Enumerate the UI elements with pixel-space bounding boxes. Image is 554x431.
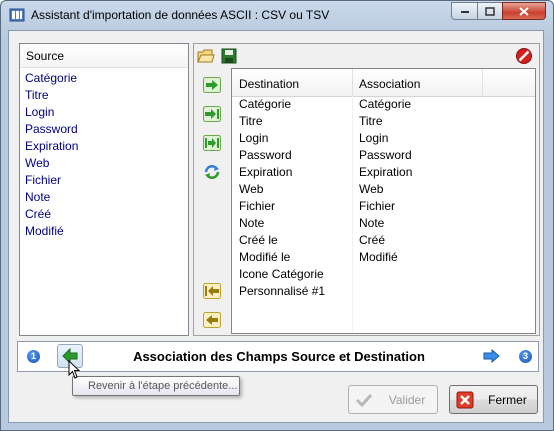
app-icon [9,8,25,22]
source-item-expiration[interactable]: Expiration [25,138,78,155]
cell-destination: Créé le [239,233,278,247]
cell-destination: Password [239,148,292,162]
next-button[interactable] [482,347,502,365]
wizard-nav-bar: 1 Association des Champs Source et Desti… [17,341,539,372]
source-list-panel[interactable]: Source Catégorie Titre Login Password Ex… [19,43,189,336]
column-header-association[interactable]: Association [359,77,420,91]
close-window-button[interactable] [502,2,546,20]
source-item-modifie[interactable]: Modifié [25,223,78,240]
validate-button[interactable]: Valider [348,385,438,414]
close-icon [519,6,529,16]
no-entry-icon[interactable] [515,47,533,65]
table-row[interactable]: Créé le Créé [232,232,535,249]
cell-association: Password [359,148,412,162]
minimize-icon [460,11,469,13]
maximize-button[interactable] [477,2,503,20]
open-folder-icon[interactable] [197,47,215,65]
column-header-destination[interactable]: Destination [239,77,299,91]
close-button-label: Fermer [488,393,527,407]
cell-association: Expiration [359,165,413,179]
column-divider [352,69,353,96]
cell-destination: Note [239,216,265,230]
source-item-cree[interactable]: Créé [25,206,78,223]
source-item-password[interactable]: Password [25,121,78,138]
cell-association: Catégorie [359,97,412,111]
source-item-login[interactable]: Login [25,104,78,121]
source-item-note[interactable]: Note [25,189,78,206]
cell-association: Modifié [359,250,398,264]
arrow-left-bar-icon[interactable] [203,283,221,299]
cell-destination: Fichier [239,199,276,213]
cell-destination: Login [239,131,269,145]
maximize-icon [485,6,495,16]
cell-destination: Titre [239,114,263,128]
source-list: Catégorie Titre Login Password Expiratio… [25,70,78,240]
cell-destination: Icone Catégorie [239,267,324,281]
cell-destination: Modifié le [239,250,291,264]
cell-association: Titre [359,114,383,128]
cell-association: Créé [359,233,386,247]
table-row[interactable]: Web Web [232,181,535,198]
source-item-web[interactable]: Web [25,155,78,172]
cell-association: Login [359,131,389,145]
next-step-badge: 3 [519,350,532,363]
step-title: Association des Champs Source et Destina… [133,349,425,364]
table-row[interactable]: Password Password [232,147,535,164]
table-row[interactable]: Login Login [232,130,535,147]
table-row[interactable]: Fichier Fichier [232,198,535,215]
column-divider [482,69,483,96]
refresh-icon[interactable] [203,164,221,180]
table-row[interactable]: Personnalisé #1 [232,283,535,300]
title-bar[interactable]: Assistant d'importation de données ASCII… [1,1,553,29]
cell-destination: Web [239,182,264,196]
mouse-cursor-icon [68,360,81,379]
cell-destination: Personnalisé #1 [239,284,326,298]
close-button[interactable]: Fermer [449,385,538,414]
validate-button-label: Valider [388,393,426,407]
save-icon[interactable] [220,47,238,65]
mapping-grid[interactable]: Destination Association Catégorie Catégo… [231,68,536,334]
minimize-button[interactable] [451,2,478,20]
table-row[interactable]: Note Note [232,215,535,232]
table-row[interactable]: Icone Catégorie [232,266,535,283]
source-header: Source [20,44,188,68]
arrow-right-bar-icon[interactable] [203,106,221,122]
table-row[interactable]: Titre Titre [232,113,535,130]
cell-destination: Catégorie [239,97,292,111]
arrow-left-yellow-icon[interactable] [203,312,221,328]
source-item-fichier[interactable]: Fichier [25,172,78,189]
arrow-right-blue-icon [483,349,500,363]
window-title: Assistant d'importation de données ASCII… [31,8,330,22]
cell-destination: Expiration [239,165,293,179]
table-row[interactable]: Expiration Expiration [232,164,535,181]
arrow-right-green-icon[interactable] [203,77,221,93]
source-item-titre[interactable]: Titre [25,87,78,104]
table-row[interactable]: Catégorie Catégorie [232,96,535,113]
back-tooltip: Revenir à l'étape précédente... [72,376,240,396]
cell-association: Note [359,216,385,230]
cell-association: Web [359,182,384,196]
cell-association: Fichier [359,199,396,213]
source-header-label: Source [26,48,65,63]
source-item-categorie[interactable]: Catégorie [25,70,78,87]
grid-header: Destination Association [232,69,535,97]
arrow-bar-both-icon[interactable] [203,135,221,151]
table-row[interactable]: Modifié le Modifié [232,249,535,266]
